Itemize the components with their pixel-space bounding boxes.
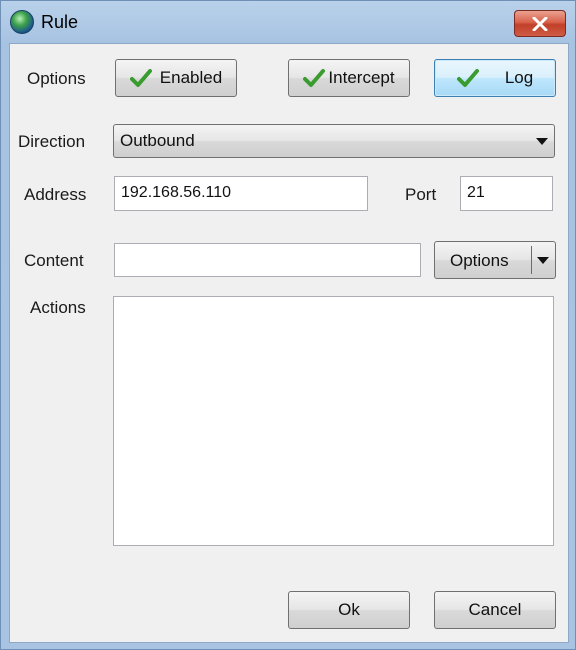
content-label: Content [24, 251, 84, 270]
content-options-split-button[interactable]: Options [434, 241, 556, 279]
actions-textarea[interactable] [113, 296, 554, 546]
intercept-button-label: Intercept [328, 68, 395, 87]
close-x-icon [532, 16, 548, 31]
direction-select[interactable]: Outbound [113, 124, 555, 158]
content-options-dropdown[interactable] [533, 242, 555, 278]
dialog-body: Options Enabled Intercept Log Direction … [9, 43, 569, 643]
cancel-button[interactable]: Cancel [434, 591, 556, 629]
log-toggle-button[interactable]: Log [434, 59, 556, 97]
rule-dialog: Rule Options Enabled Intercept Log Direc… [0, 0, 576, 650]
title-bar[interactable]: Rule [1, 1, 575, 43]
options-label: Options [27, 69, 86, 88]
enabled-button-label: Enabled [159, 68, 223, 87]
direction-value: Outbound [120, 131, 195, 150]
port-input[interactable]: 21 [460, 176, 553, 211]
chevron-down-icon [536, 138, 548, 145]
checkmark-icon [303, 69, 326, 87]
split-divider [531, 246, 532, 274]
close-button[interactable] [514, 10, 566, 37]
checkmark-icon [456, 69, 479, 87]
address-label: Address [24, 185, 87, 204]
intercept-toggle-button[interactable]: Intercept [288, 59, 410, 97]
globe-icon [10, 10, 34, 34]
log-button-label: Log [504, 68, 534, 87]
content-options-label: Options [450, 251, 509, 270]
actions-label: Actions [30, 298, 86, 317]
ok-button[interactable]: Ok [288, 591, 410, 629]
port-label: Port [405, 185, 437, 204]
chevron-down-icon [537, 257, 549, 264]
direction-label: Direction [18, 132, 86, 151]
address-input[interactable]: 192.168.56.110 [114, 176, 368, 211]
window-title: Rule [41, 12, 79, 32]
enabled-toggle-button[interactable]: Enabled [115, 59, 237, 97]
content-input[interactable] [114, 243, 421, 277]
checkmark-icon [129, 69, 152, 87]
